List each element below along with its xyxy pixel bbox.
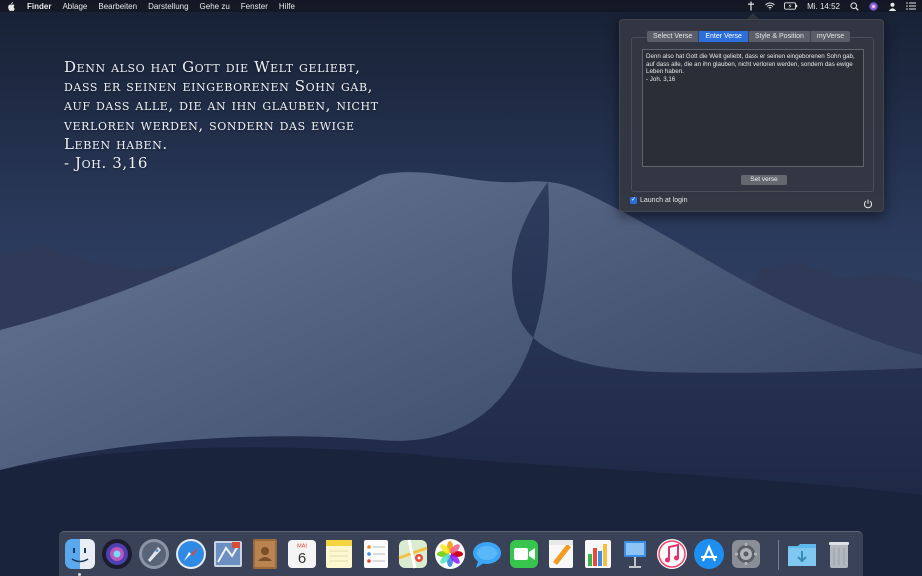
tab-panel: Denn also hat Gott die Welt geliebt, das…	[631, 37, 874, 192]
tab-select-verse[interactable]: Select Verse	[647, 31, 700, 42]
set-verse-button[interactable]: Set verse	[741, 175, 787, 185]
launch-at-login-label[interactable]: Launch at login	[640, 197, 687, 204]
search-icon[interactable]	[849, 1, 859, 11]
dock-separator	[778, 540, 779, 570]
trash-icon[interactable]	[823, 538, 855, 570]
menu-bar: Finder Ablage Bearbeiten Darstellung Geh…	[0, 0, 922, 12]
tab-myverse[interactable]: myVerse	[811, 31, 850, 42]
mail-icon[interactable]	[212, 538, 244, 570]
finder-icon[interactable]	[64, 538, 96, 570]
pages-icon[interactable]	[545, 538, 577, 570]
desktop-verse-text: Denn also hat Gott die Welt geliebt, das…	[64, 58, 379, 173]
calendar-day: 6	[298, 550, 306, 567]
facetime-icon[interactable]	[508, 538, 540, 570]
numbers-icon[interactable]	[582, 538, 614, 570]
cross-icon[interactable]	[746, 1, 756, 11]
dock: MAI 6	[59, 531, 863, 576]
notes-icon[interactable]	[323, 538, 355, 570]
keynote-icon[interactable]	[619, 538, 651, 570]
tab-style-position[interactable]: Style & Position	[749, 31, 811, 42]
reminders-icon[interactable]	[360, 538, 392, 570]
contacts-icon[interactable]	[249, 538, 281, 570]
downloads-folder-icon[interactable]	[786, 538, 818, 570]
siri-icon[interactable]	[868, 1, 878, 11]
verse-textarea[interactable]: Denn also hat Gott die Welt geliebt, das…	[642, 49, 864, 167]
menu-hilfe[interactable]: Hilfe	[279, 2, 295, 11]
itunes-icon[interactable]	[656, 538, 688, 570]
messages-icon[interactable]	[471, 538, 503, 570]
app-store-icon[interactable]	[693, 538, 725, 570]
apple-icon[interactable]	[6, 1, 16, 11]
user-icon[interactable]	[887, 1, 897, 11]
calendar-month: MAI	[297, 544, 307, 550]
launchpad-icon[interactable]	[138, 538, 170, 570]
launch-at-login-checkbox[interactable]: ✓	[630, 197, 637, 204]
menu-ablage[interactable]: Ablage	[62, 2, 87, 11]
tab-bar: Select Verse Enter Verse Style & Positio…	[647, 31, 851, 42]
battery-icon[interactable]	[784, 1, 798, 11]
menu-fenster[interactable]: Fenster	[241, 2, 268, 11]
menu-app-name[interactable]: Finder	[27, 2, 51, 11]
verse-popover: Denn also hat Gott die Welt geliebt, das…	[619, 19, 884, 212]
power-icon[interactable]	[863, 196, 873, 209]
calendar-icon[interactable]: MAI 6	[286, 538, 318, 570]
photos-icon[interactable]	[434, 538, 466, 570]
menu-gehe-zu[interactable]: Gehe zu	[200, 2, 230, 11]
menu-bearbeiten[interactable]: Bearbeiten	[98, 2, 137, 11]
wifi-icon[interactable]	[765, 1, 775, 11]
list-icon[interactable]	[906, 1, 916, 11]
siri-icon[interactable]	[101, 538, 133, 570]
maps-icon[interactable]	[397, 538, 429, 570]
menu-clock[interactable]: Mi. 14:52	[807, 2, 840, 11]
launch-at-login-row[interactable]: ✓ Launch at login	[630, 197, 687, 204]
safari-icon[interactable]	[175, 538, 207, 570]
system-preferences-icon[interactable]	[730, 538, 762, 570]
menu-darstellung[interactable]: Darstellung	[148, 2, 188, 11]
tab-enter-verse[interactable]: Enter Verse	[699, 31, 749, 42]
